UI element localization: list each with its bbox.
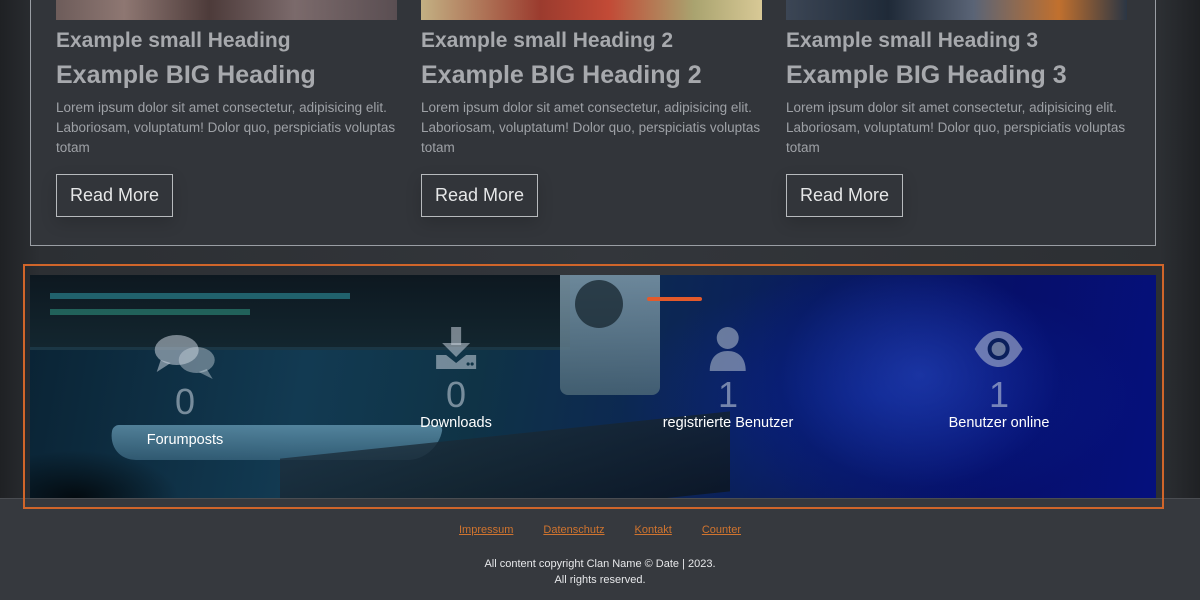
footer: Impressum Datenschutz Kontakt Counter Al… <box>0 498 1200 600</box>
card-small-heading: Example small Heading 2 <box>421 29 674 52</box>
card-text: Lorem ipsum dolor sit amet consectetur, … <box>786 100 1126 155</box>
rights-line: All rights reserved. <box>554 574 646 586</box>
card-big-heading: Example BIG Heading 3 <box>786 61 1067 89</box>
footer-copyright: All content copyright Clan Name © Date |… <box>0 556 1200 588</box>
read-more-button[interactable]: Read More <box>421 174 538 217</box>
footer-links: Impressum Datenschutz Kontakt Counter <box>0 524 1200 536</box>
copyright-line: All content copyright Clan Name © Date |… <box>484 558 716 570</box>
card-small-heading: Example small Heading 3 <box>786 29 1039 52</box>
card-text: Lorem ipsum dolor sit amet consectetur, … <box>421 100 761 155</box>
card-big-heading: Example BIG Heading <box>56 61 316 89</box>
footer-link-impressum[interactable]: Impressum <box>459 524 513 536</box>
footer-link-kontakt[interactable]: Kontakt <box>635 524 672 536</box>
card-image <box>786 0 1127 20</box>
card-3: Example small Heading 3 Example BIG Head… <box>786 0 1127 228</box>
read-more-button[interactable]: Read More <box>786 174 903 217</box>
card-image <box>56 0 397 20</box>
card-image <box>421 0 762 20</box>
card-big-heading: Example BIG Heading 2 <box>421 61 702 89</box>
card-small-heading: Example small Heading <box>56 29 291 52</box>
card-2: Example small Heading 2 Example BIG Head… <box>421 0 762 228</box>
cards-panel: Example small Heading Example BIG Headin… <box>30 0 1156 246</box>
read-more-button[interactable]: Read More <box>56 174 173 217</box>
footer-link-datenschutz[interactable]: Datenschutz <box>543 524 604 536</box>
stats-highlight-frame <box>23 264 1164 509</box>
footer-link-counter[interactable]: Counter <box>702 524 741 536</box>
card-text: Lorem ipsum dolor sit amet consectetur, … <box>56 100 396 155</box>
card-1: Example small Heading Example BIG Headin… <box>56 0 397 228</box>
